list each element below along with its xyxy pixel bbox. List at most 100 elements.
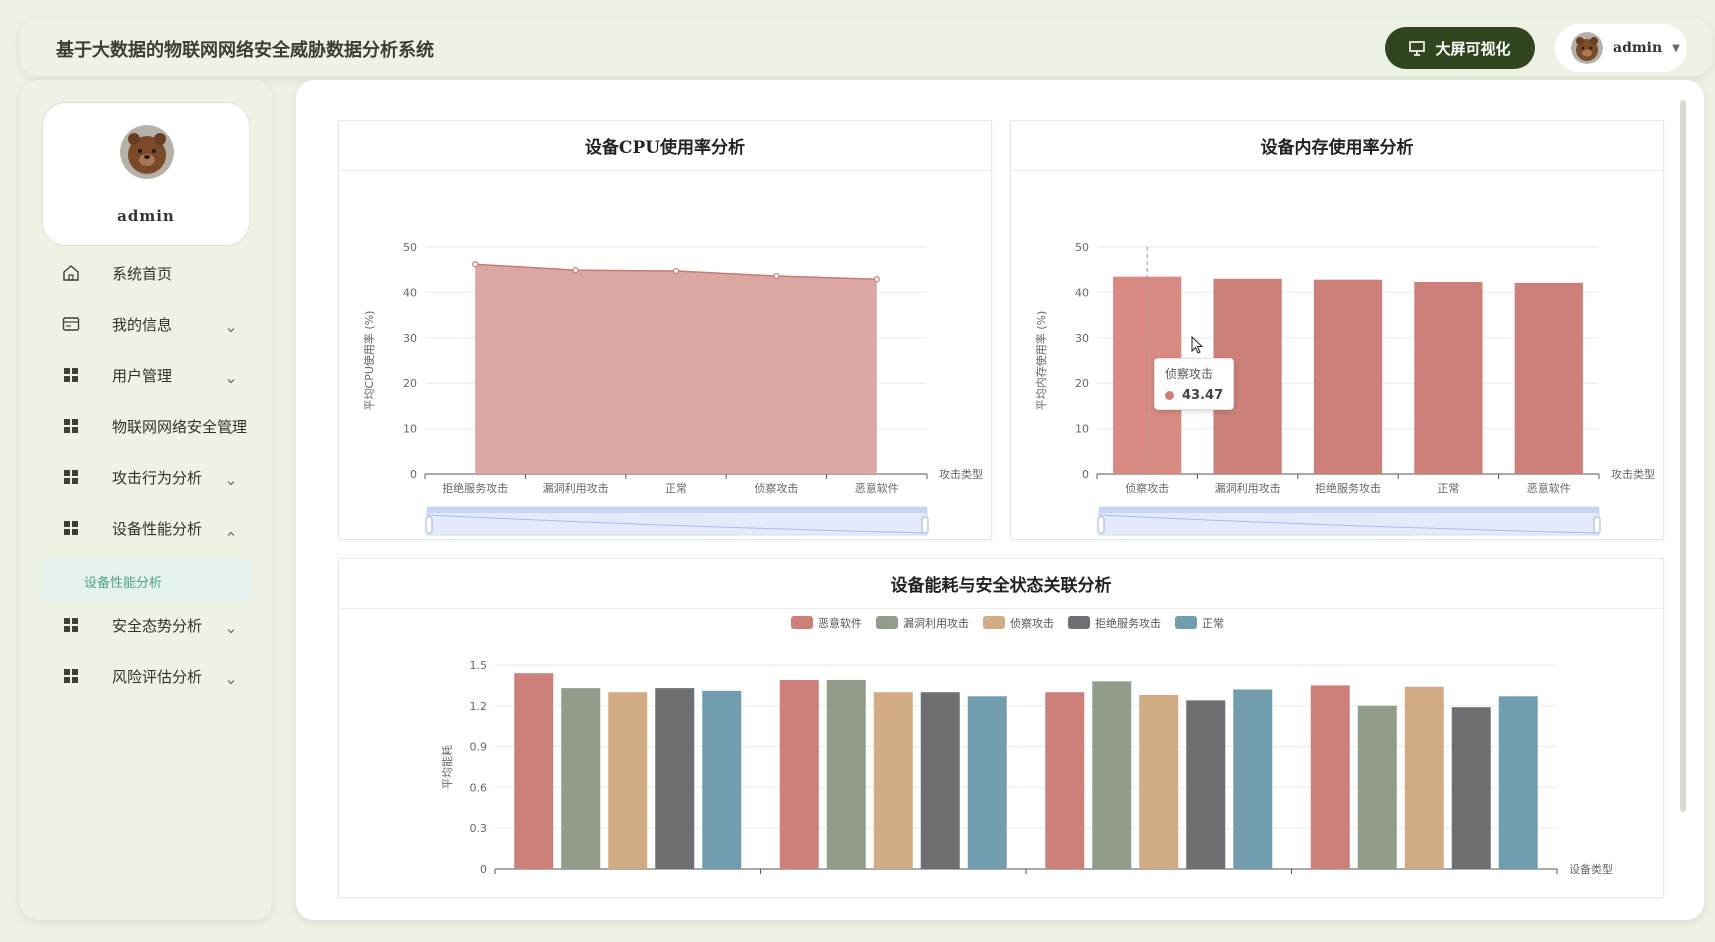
sidebar-item-user-management[interactable]: 用户管理 — [42, 352, 252, 398]
sidebar-item-security-situation[interactable]: 安全态势分析 — [42, 602, 252, 648]
cpu-area-fill — [475, 264, 877, 474]
legend-label: 漏洞利用攻击 — [903, 616, 969, 630]
home-icon — [63, 265, 79, 281]
y-tick-label: 30 — [1075, 332, 1089, 345]
x-tick-label: 漏洞利用攻击 — [543, 481, 609, 495]
app-title: 基于大数据的物联网网络安全威胁数据分析系统 — [56, 40, 434, 61]
zoom-handle-right — [1593, 516, 1601, 534]
grid-icon — [64, 368, 78, 382]
profile-avatar — [120, 125, 174, 179]
y-tick-label: 0 — [1082, 468, 1089, 481]
energy-bar — [826, 679, 866, 869]
memory-usage-title: 设备内存使用率分析 — [1011, 121, 1663, 171]
energy-bar — [873, 692, 913, 869]
y-tick-label: 30 — [403, 332, 417, 345]
legend-label: 拒绝服务攻击 — [1095, 616, 1161, 630]
user-name: admin — [1613, 40, 1663, 56]
x-tick-label: 漏洞利用攻击 — [1215, 481, 1281, 495]
memory-bar — [1514, 282, 1583, 474]
y-tick-label: 1.2 — [470, 700, 488, 713]
x-tick-label: 拒绝服务攻击 — [1315, 481, 1381, 495]
energy-bar — [1139, 694, 1179, 869]
grid-icon — [64, 669, 78, 683]
memory-bar — [1313, 279, 1383, 474]
x-tick-label: 正常 — [665, 482, 687, 495]
user-menu[interactable]: admin ▼ — [1555, 24, 1687, 72]
caret-down-icon: ▼ — [1672, 42, 1680, 54]
sidebar-item-risk-assessment[interactable]: 风险评估分析 — [42, 653, 252, 699]
grid-icon — [64, 618, 78, 632]
chevron-down-icon — [227, 629, 235, 634]
chevron-up-icon — [227, 531, 235, 536]
y-axis-title: 平均CPU使用率 (%) — [362, 311, 376, 411]
cpu-data-point — [672, 267, 680, 275]
energy-bar — [967, 696, 1007, 869]
cpu-data-point — [472, 261, 479, 268]
zoom-handle-left — [425, 516, 433, 534]
legend-swatch — [791, 616, 813, 629]
sidebar-item-my-info[interactable]: 我的信息 — [42, 301, 252, 347]
y-tick-label: 50 — [1075, 241, 1089, 254]
chevron-down-icon — [227, 328, 235, 333]
x-axis-title: 攻击类型 — [1611, 467, 1655, 481]
memory-usage-chart[interactable]: 01020304050侦察攻击 漏洞利用攻击 拒绝服务攻击 正常 恶意软件攻击类型平均内… — [1011, 171, 1665, 541]
grid-icon — [64, 470, 78, 484]
cpu-usage-chart[interactable]: 0 10 20 30 40 50 拒绝服务攻击 漏洞利用攻击 正常 侦察攻击 恶意软件 攻击类型 平均C… — [339, 171, 993, 541]
energy-security-chart[interactable]: 0 0.3 0.6 0.9 1.2 1.5 恶意软件 漏洞利用攻击 侦察攻击 拒绝服务攻击 正常设备… — [339, 609, 1665, 899]
energy-bar — [779, 679, 819, 869]
cpu-data-point — [873, 276, 880, 283]
sidebar-item-label: 风险评估分析 — [112, 667, 203, 686]
x-tick-label: 侦察攻击 — [754, 481, 798, 495]
x-tick-label: 恶意软件 — [855, 481, 899, 495]
sidebar-subitem-device-performance[interactable]: 设备性能分析 — [42, 558, 252, 602]
energy-bar — [1451, 707, 1491, 869]
top-bar: 基于大数据的物联网网络安全威胁数据分析系统 大屏可视化 admin ▼ — [20, 18, 1712, 76]
energy-bar — [1404, 686, 1444, 869]
x-tick-label: 拒绝服务攻击 — [442, 481, 508, 495]
profile-card: admin — [42, 102, 250, 246]
x-tick-label: 正常 — [1437, 482, 1459, 495]
x-axis-title: 设备类型 — [1569, 862, 1613, 876]
presentation-icon — [1409, 41, 1426, 56]
sidebar: admin 系统首页 我的信息 用户管理 物联网网络安全管理 攻击行为分析 设备… — [20, 80, 272, 920]
energy-bar — [655, 688, 695, 869]
legend-label: 恶意软件 — [818, 616, 862, 630]
sidebar-item-label: 设备性能分析 — [112, 519, 203, 538]
tooltip-value: 43.47 — [1182, 388, 1224, 403]
sidebar-item-home[interactable]: 系统首页 — [42, 250, 252, 296]
y-tick-label: 10 — [1075, 423, 1089, 436]
y-tick-label: 0 — [410, 468, 417, 481]
zoom-slider-top — [1099, 507, 1599, 513]
y-tick-label: 10 — [403, 423, 417, 436]
energy-security-title: 设备能耗与安全状态关联分析 — [339, 559, 1663, 609]
y-tick-label: 40 — [1075, 286, 1089, 299]
legend-swatch — [983, 616, 1005, 629]
sidebar-item-device-performance[interactable]: 设备性能分析 — [42, 505, 252, 551]
big-screen-button[interactable]: 大屏可视化 — [1385, 27, 1535, 69]
legend-swatch — [1068, 616, 1090, 629]
sidebar-item-label: 我的信息 — [112, 315, 173, 334]
energy-bar — [702, 690, 742, 869]
grid-icon — [64, 521, 78, 535]
y-axis-title: 平均能耗 — [440, 745, 454, 789]
cpu-data-point — [773, 272, 780, 280]
legend-label: 侦察攻击 — [1010, 616, 1054, 630]
main-scrollbar[interactable] — [1680, 100, 1686, 812]
y-tick-label: 0 — [480, 863, 487, 876]
memory-bar — [1414, 281, 1483, 474]
mouse-cursor-icon — [1191, 336, 1204, 354]
y-axis-title: 平均内存使用率 (%) — [1034, 311, 1048, 411]
energy-bar — [1045, 692, 1085, 869]
sidebar-item-label: 用户管理 — [112, 366, 173, 385]
zoom-handle-right — [921, 516, 929, 534]
y-tick-label: 0.6 — [470, 781, 488, 794]
user-avatar — [1571, 32, 1603, 64]
energy-bar — [514, 673, 554, 869]
y-tick-label: 0.3 — [470, 822, 488, 835]
sidebar-item-iot-security-management[interactable]: 物联网网络安全管理 — [42, 403, 252, 449]
y-tick-label: 20 — [403, 377, 417, 390]
sidebar-item-label: 安全态势分析 — [112, 616, 203, 635]
id-card-icon — [62, 317, 80, 331]
big-screen-label: 大屏可视化 — [1435, 39, 1511, 58]
sidebar-item-attack-analysis[interactable]: 攻击行为分析 — [42, 454, 252, 500]
